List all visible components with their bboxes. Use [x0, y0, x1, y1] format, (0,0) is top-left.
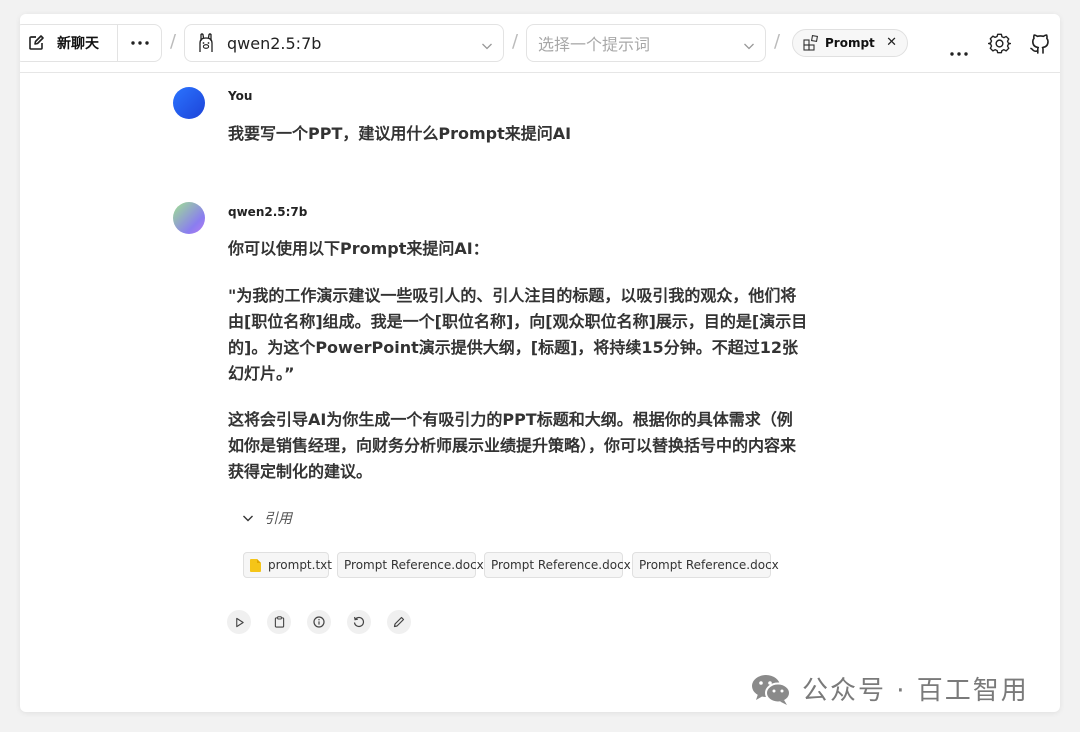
chevron-down-icon: [743, 37, 755, 56]
model-avatar: [173, 202, 205, 234]
new-chat-more-button[interactable]: [118, 25, 162, 61]
watermark-text: 公众号 · 百工智用: [802, 676, 1029, 706]
edit-button[interactable]: [387, 610, 411, 634]
pencil-icon: [393, 616, 405, 628]
refresh-icon: [353, 616, 365, 628]
more-horizontal-icon[interactable]: [950, 41, 968, 60]
play-button[interactable]: [227, 610, 251, 634]
prompt-select[interactable]: 选择一个提示词: [526, 24, 766, 62]
regenerate-button[interactable]: [347, 610, 371, 634]
citation-file[interactable]: prompt.txt: [243, 552, 332, 578]
info-icon: [313, 616, 325, 628]
prompt-chip-label: Prompt: [825, 36, 875, 50]
play-icon: [234, 617, 245, 628]
message-sender: qwen2.5:7b: [228, 205, 308, 219]
wechat-icon: [750, 672, 792, 706]
response-paragraph: "为我的工作演示建议一些吸引人的、引人注目的标题，以吸引我的观众，他们将由[职位…: [228, 286, 808, 383]
citation-file-name: Prompt Reference.docx: [639, 558, 779, 572]
model-select[interactable]: qwen2.5:7b: [184, 24, 504, 62]
gear-icon[interactable]: [987, 32, 1012, 59]
citation-file-name: Prompt Reference.docx: [491, 558, 631, 572]
citations-toggle[interactable]: 引用: [242, 508, 292, 528]
citation-file-name: prompt.txt: [268, 558, 332, 572]
chevron-down-icon: [242, 512, 254, 524]
citations-label: 引用: [264, 511, 292, 527]
app-window: 新聊天 / qwen2.5:7b / 选择一个提示词 / Prompt ✕ Yo…: [20, 14, 1060, 712]
citation-file[interactable]: Prompt Reference.docx: [484, 552, 631, 578]
more-horizontal-icon: [131, 41, 149, 45]
response-paragraph: 你可以使用以下Prompt来提问AI：: [228, 239, 489, 258]
info-button[interactable]: [307, 610, 331, 634]
citation-file[interactable]: Prompt Reference.docx: [337, 552, 484, 578]
new-chat-button[interactable]: 新聊天: [20, 25, 117, 61]
citation-file-name: Prompt Reference.docx: [344, 558, 484, 572]
new-chat-label: 新聊天: [57, 36, 99, 52]
apps-grid-icon: [803, 35, 819, 51]
prompt-chip[interactable]: Prompt ✕: [792, 29, 908, 57]
user-avatar: [173, 87, 205, 119]
llama-icon: [197, 32, 215, 54]
separator-slash: /: [774, 31, 781, 52]
message-sender: You: [228, 89, 253, 103]
prompt-select-placeholder: 选择一个提示词: [538, 35, 651, 54]
citation-file[interactable]: Prompt Reference.docx: [632, 552, 779, 578]
github-icon[interactable]: [1028, 31, 1052, 59]
watermark: 公众号 · 百工智用: [750, 670, 1029, 707]
edit-icon: [27, 34, 45, 52]
chevron-down-icon: [481, 37, 493, 56]
copy-button[interactable]: [267, 610, 291, 634]
clipboard-icon: [274, 616, 285, 628]
separator-slash: /: [170, 31, 177, 52]
model-value: qwen2.5:7b: [227, 33, 322, 53]
new-chat-group: 新聊天: [20, 24, 162, 62]
user-message-text: 我要写一个PPT，建议用什么Prompt来提问AI: [228, 124, 572, 143]
top-toolbar: 新聊天 / qwen2.5:7b / 选择一个提示词 / Prompt ✕: [20, 14, 1060, 73]
file-icon: [250, 558, 261, 572]
separator-slash: /: [512, 31, 519, 52]
response-paragraph: 这将会引导AI为你生成一个有吸引力的PPT标题和大纲。根据你的具体需求（例如你是…: [228, 410, 797, 481]
close-icon[interactable]: ✕: [886, 35, 897, 50]
